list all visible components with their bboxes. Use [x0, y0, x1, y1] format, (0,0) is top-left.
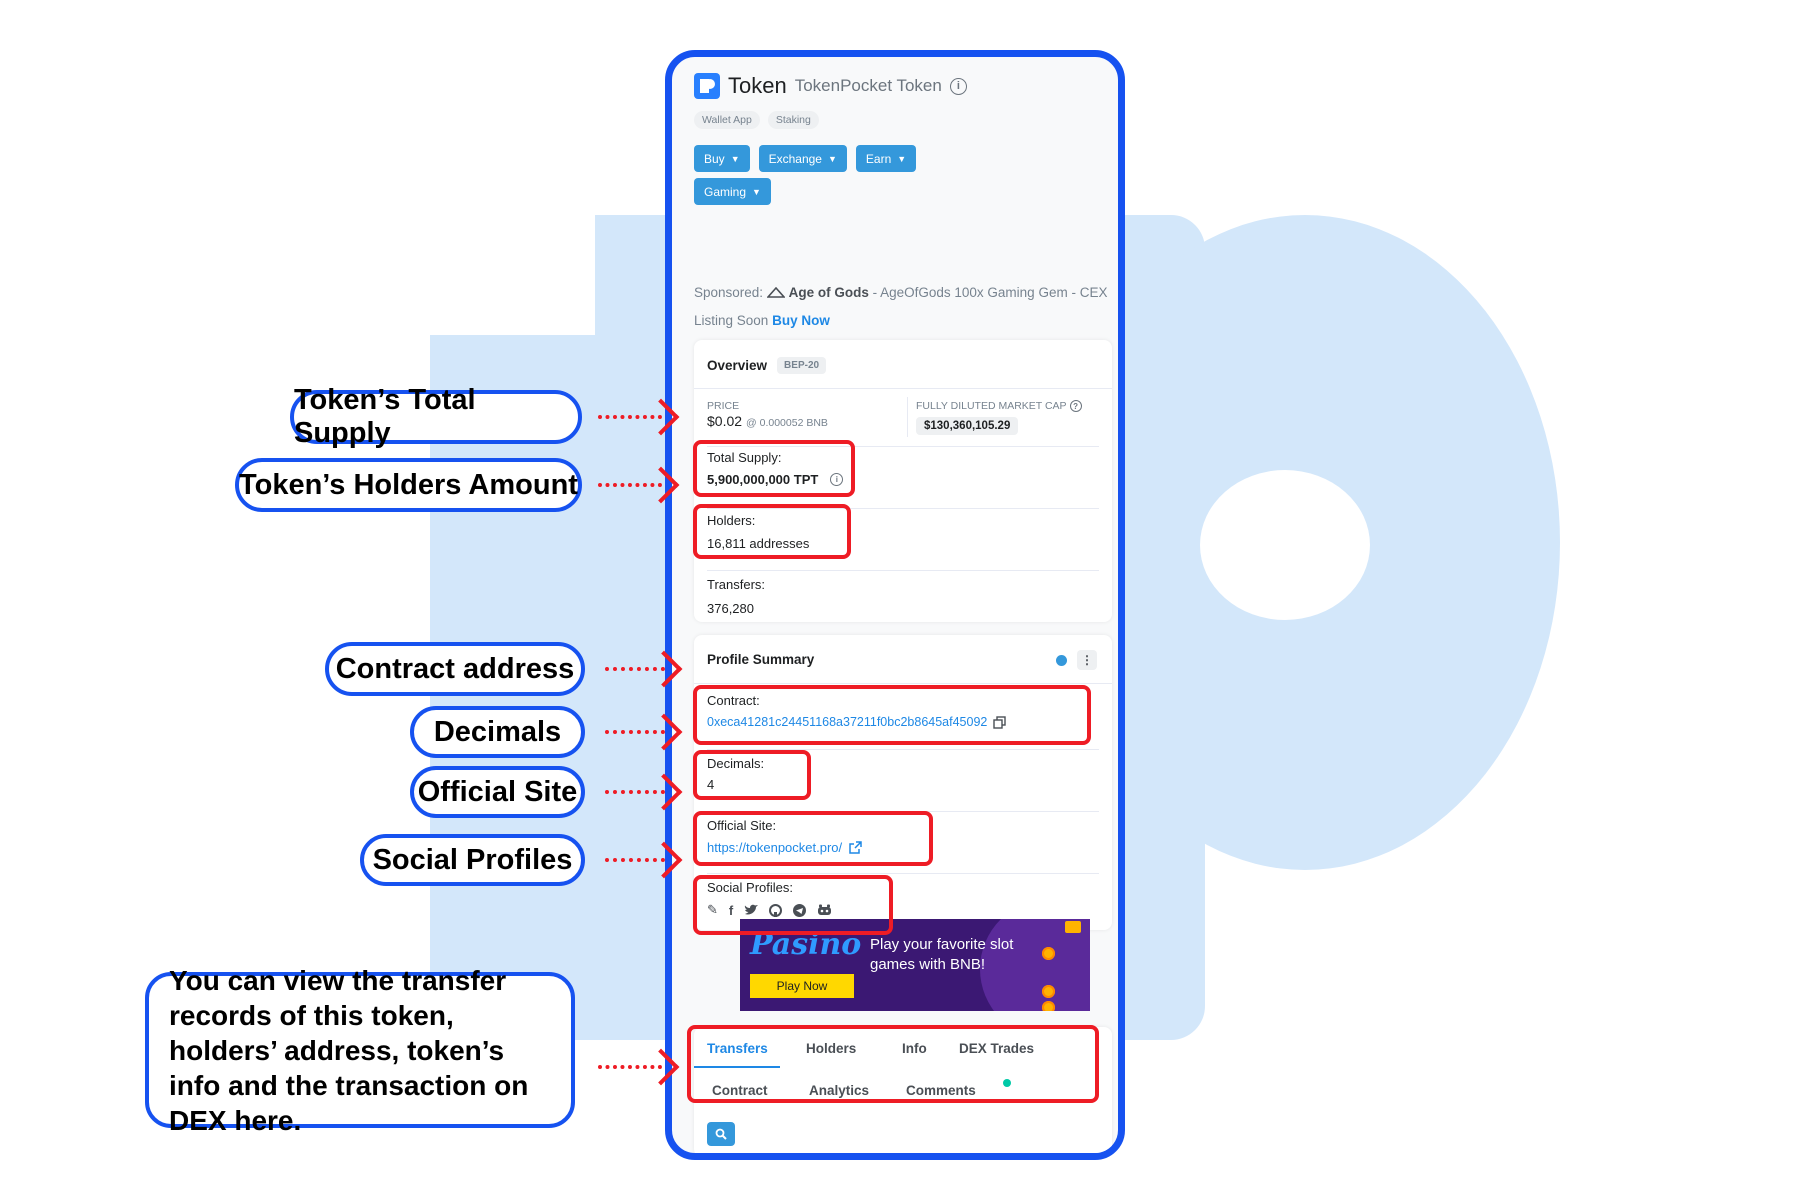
exchange-label: Exchange	[768, 151, 822, 166]
sponsored-brand[interactable]: Age of Gods	[789, 285, 869, 300]
highlight-holders	[693, 504, 851, 559]
price-label: PRICE	[707, 400, 740, 412]
callout-holders: Token’s Holders Amount	[235, 458, 582, 512]
sponsored-text: Sponsored: Age of Gods - AgeOfGods 100x …	[694, 279, 1114, 335]
callout-contract-text: Contract address	[335, 652, 575, 685]
question-icon[interactable]: ?	[1069, 400, 1082, 412]
gaming-button[interactable]: Gaming ▼	[694, 178, 771, 205]
divider	[694, 388, 1112, 389]
divider-vertical	[907, 397, 908, 437]
chevron-down-icon: ▼	[730, 153, 740, 164]
action-buttons-row2: Gaming ▼	[694, 178, 771, 205]
phone-frame: Token TokenPocket Token i Wallet App Sta…	[665, 50, 1125, 1160]
chip-wallet-app[interactable]: Wallet App	[694, 111, 760, 129]
coin-icon	[1042, 985, 1055, 998]
bep20-badge: BEP-20	[777, 357, 827, 374]
exchange-button[interactable]: Exchange ▼	[758, 145, 847, 172]
highlight-tabs	[687, 1025, 1099, 1103]
age-of-gods-icon	[766, 287, 785, 298]
verified-icon	[1056, 655, 1067, 666]
gift-icon	[1065, 921, 1081, 933]
chevron-down-icon: ▼	[897, 153, 907, 164]
callout-contract: Contract address	[325, 642, 585, 696]
ad-text: Play your favorite slot games with BNB!	[870, 936, 1014, 973]
transfers-value: 376,280	[707, 601, 754, 616]
token-subtitle: TokenPocket Token	[794, 76, 942, 95]
background-logo-hole	[1200, 470, 1370, 620]
earn-button[interactable]: Earn ▼	[855, 145, 917, 172]
mcap-value: $130,360,105.29	[916, 417, 1019, 435]
price-bnb: @ 0.000052 BNB	[746, 417, 828, 429]
overview-header: Overview BEP-20	[707, 357, 827, 374]
token-title: Token	[728, 73, 787, 98]
buy-now-link[interactable]: Buy Now	[772, 313, 830, 328]
highlight-contract	[693, 685, 1091, 745]
buy-label: Buy	[704, 151, 725, 166]
earn-label: Earn	[865, 151, 892, 166]
callout-social-profiles-text: Social Profiles	[372, 843, 573, 876]
transfers-label: Transfers:	[707, 577, 766, 592]
callout-official-site-text: Official Site	[417, 775, 578, 808]
tokenpocket-logo-icon	[694, 73, 720, 99]
highlight-total-supply	[693, 440, 855, 497]
divider	[707, 873, 1099, 874]
buy-button[interactable]: Buy ▼	[694, 145, 750, 172]
sponsored-prefix: Sponsored:	[694, 285, 764, 300]
divider	[707, 570, 1099, 571]
callout-tabs: You can view the transfer records of thi…	[145, 965, 575, 1136]
coin-icon	[1042, 947, 1055, 960]
callout-total-supply-text: Token’s Total Supply	[294, 384, 476, 449]
callout-official-site: Official Site	[410, 766, 585, 818]
action-buttons-row1: Buy ▼ Exchange ▼ Earn ▼	[694, 145, 917, 172]
callout-holders-text: Token’s Holders Amount	[239, 468, 578, 501]
chevron-down-icon: ▼	[752, 186, 761, 197]
price-row: $0.02 @ 0.000052 BNB	[707, 413, 828, 429]
chevron-down-icon: ▼	[827, 153, 837, 164]
price-value: $0.02	[707, 413, 743, 429]
highlight-official-site	[693, 811, 933, 866]
more-options-icon[interactable]: ⋮	[1077, 650, 1097, 670]
token-title-row: Token TokenPocket Token i	[694, 71, 967, 101]
search-button[interactable]	[707, 1122, 735, 1146]
callout-decimals: Decimals	[410, 706, 585, 758]
profile-summary-title: Profile Summary	[707, 652, 815, 667]
coin-icon	[1042, 1001, 1055, 1011]
highlight-decimals	[693, 750, 811, 800]
tag-chips: Wallet App Staking	[694, 111, 819, 129]
callout-total-supply: Token’s Total Supply	[290, 384, 582, 449]
callout-social-profiles: Social Profiles	[360, 834, 585, 886]
mcap-label: FULLY DILUTED MARKET CAP	[916, 400, 1067, 412]
mcap-label-row: FULLY DILUTED MARKET CAP ?	[916, 400, 1082, 412]
overview-title: Overview	[707, 358, 768, 373]
gaming-label: Gaming	[704, 184, 747, 199]
highlight-social-profiles	[693, 875, 893, 935]
info-icon[interactable]: i	[949, 77, 967, 95]
play-now-button[interactable]: Play Now	[750, 974, 854, 998]
divider	[694, 683, 1112, 684]
chip-staking[interactable]: Staking	[767, 111, 819, 129]
search-icon	[715, 1128, 727, 1140]
callout-tabs-text: You can view the transfer records of thi…	[169, 964, 529, 1136]
background-logo-cut	[430, 215, 595, 335]
callout-decimals-text: Decimals	[433, 715, 562, 748]
